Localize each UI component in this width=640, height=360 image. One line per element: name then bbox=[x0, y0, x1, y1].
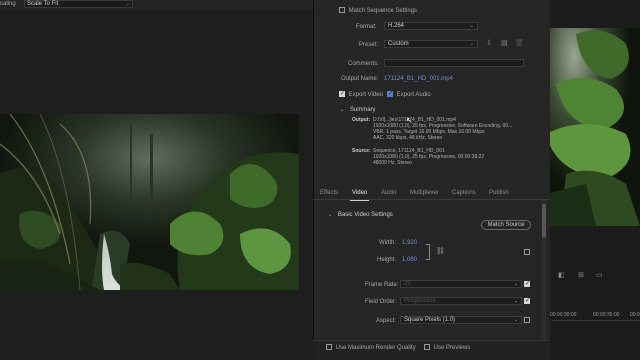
aspect-override-checkbox[interactable] bbox=[524, 317, 530, 323]
max-render-quality-row[interactable]: Use Maximum Render Quality bbox=[326, 344, 416, 351]
chain-link-icon[interactable]: ⛓ bbox=[436, 247, 445, 255]
width-value[interactable]: 1,920 bbox=[402, 240, 417, 246]
preset-value: Custom bbox=[388, 41, 409, 47]
basic-video-settings-title: Basic Video Settings bbox=[337, 212, 393, 218]
max-render-quality-label: Use Maximum Render Quality bbox=[335, 344, 416, 351]
summary-title: Summary bbox=[349, 107, 376, 113]
chevron-down-icon: ⌄ bbox=[469, 41, 474, 47]
frame-rate-dropdown[interactable]: 25 ⌄ bbox=[400, 280, 522, 288]
field-order-value: Progressive bbox=[404, 298, 436, 304]
chevron-down-icon: ⌄ bbox=[340, 107, 345, 113]
summary-source-details: Sequence, 171124_B1_HD_001 1920x1080 (1.… bbox=[373, 148, 484, 166]
export-video-row[interactable]: Export Video bbox=[339, 90, 383, 98]
use-previews-row[interactable]: Use Previews bbox=[424, 344, 470, 351]
export-frame-icon[interactable]: ▭ bbox=[596, 271, 603, 279]
save-preset-icon[interactable]: ⇩ bbox=[486, 39, 492, 47]
summary-output-details: D:\Vi[...]ies\171124_B1_HD_001.mp4 1920x… bbox=[373, 117, 512, 141]
timeline-controls: ◧ ⊞ ▭ 00:00:30:00 00:00:35:00 00:0 bbox=[550, 268, 640, 360]
summary-source-label: Source: bbox=[352, 148, 371, 154]
frame-rate-override-checkbox[interactable] bbox=[524, 280, 530, 287]
tab-effects[interactable]: Effects bbox=[320, 190, 338, 196]
match-sequence-label: Match Sequence Settings bbox=[348, 7, 418, 14]
tab-captions[interactable]: Captions bbox=[452, 190, 476, 196]
jungle-closeup-image bbox=[546, 14, 640, 226]
settings-tabs: Effects Video Audio Multiplexer Captions… bbox=[313, 186, 550, 201]
mouse-cursor-icon: ↖ bbox=[406, 116, 413, 125]
chevron-down-icon: ⌄ bbox=[469, 23, 474, 29]
summary-output-label: Output: bbox=[352, 117, 371, 123]
chevron-down-icon: ⌄ bbox=[513, 298, 518, 304]
match-sequence-row[interactable]: Match Sequence Settings bbox=[339, 7, 417, 14]
output-name-link[interactable]: 171124_B1_HD_001.mp4 bbox=[384, 76, 453, 82]
frame-rate-label: Frame Rate: bbox=[365, 282, 399, 288]
summary-output-line: AAC, 320 kbps, 48 kHz, Stereo bbox=[373, 135, 443, 141]
tab-audio[interactable]: Audio bbox=[381, 190, 396, 196]
chevron-down-icon: ⌄ bbox=[328, 212, 333, 218]
source-panel: caling Scale To Fit ⌄ bbox=[0, 0, 314, 360]
width-label: Width: bbox=[379, 240, 397, 246]
import-preset-icon[interactable]: ▤ bbox=[501, 39, 508, 47]
source-video-preview[interactable] bbox=[0, 114, 299, 290]
timecode-marker: 00:00:30:00 bbox=[550, 312, 577, 318]
lift-icon[interactable]: ⊞ bbox=[578, 271, 584, 279]
match-source-button[interactable]: Match Source bbox=[481, 220, 531, 230]
comments-input[interactable] bbox=[384, 59, 524, 67]
chevron-down-icon: ⌄ bbox=[513, 317, 518, 323]
format-label: Format: bbox=[356, 24, 377, 30]
chevron-down-icon: ⌄ bbox=[125, 1, 130, 7]
field-order-override-checkbox[interactable] bbox=[524, 297, 530, 304]
field-order-label: Field Order: bbox=[365, 299, 397, 305]
timecode-marker: 00:00:35:00 bbox=[593, 312, 620, 318]
timecode-marker: 00:0 bbox=[630, 312, 640, 318]
timeline-ruler bbox=[552, 320, 640, 321]
export-audio-checkbox[interactable] bbox=[387, 90, 393, 97]
output-name-label: Output Name: bbox=[341, 76, 379, 82]
comments-label: Comments: bbox=[348, 61, 379, 67]
scaling-dropdown[interactable]: Scale To Fit ⌄ bbox=[24, 0, 133, 8]
export-audio-label: Export Audio bbox=[396, 91, 431, 98]
field-order-dropdown[interactable]: Progressive ⌄ bbox=[400, 297, 522, 305]
aspect-dropdown[interactable]: Square Pixels (1.0) ⌄ bbox=[400, 316, 522, 324]
preset-label: Preset: bbox=[359, 42, 379, 48]
match-sequence-checkbox[interactable] bbox=[339, 7, 345, 13]
width-override-checkbox[interactable] bbox=[524, 249, 530, 255]
delete-preset-icon[interactable]: 🗑 bbox=[515, 39, 524, 47]
scaling-label: caling bbox=[0, 1, 16, 7]
aspect-value: Square Pixels (1.0) bbox=[404, 317, 456, 323]
aspect-link-bracket bbox=[426, 244, 430, 260]
scaling-value: Scale To Fit bbox=[27, 1, 59, 7]
export-video-checkbox[interactable] bbox=[339, 90, 345, 97]
preset-dropdown[interactable]: Custom ⌄ bbox=[384, 40, 478, 48]
height-value[interactable]: 1,080 bbox=[402, 257, 417, 263]
aspect-label: Aspect: bbox=[376, 318, 397, 324]
render-options-bar: Use Maximum Render Quality Use Previews bbox=[313, 340, 550, 360]
scaling-bar: caling Scale To Fit ⌄ bbox=[0, 0, 314, 10]
basic-video-settings-header[interactable]: ⌄ Basic Video Settings bbox=[328, 212, 393, 218]
summary-source-line: 48000 Hz, Stereo bbox=[373, 160, 412, 166]
export-settings-dialog: Match Sequence Settings Format: H.264 ⌄ … bbox=[313, 0, 550, 360]
height-label: Height: bbox=[377, 257, 397, 263]
tab-multiplexer[interactable]: Multiplexer bbox=[410, 190, 439, 196]
settings-scrollbar-thumb[interactable] bbox=[542, 204, 546, 238]
use-previews-label: Use Previews bbox=[433, 344, 471, 351]
export-audio-row[interactable]: Export Audio bbox=[387, 90, 431, 98]
tab-publish[interactable]: Publish bbox=[489, 190, 509, 196]
format-value: H.264 bbox=[388, 23, 405, 29]
tab-video[interactable]: Video bbox=[349, 190, 370, 201]
summary-header[interactable]: ⌄ Summary bbox=[340, 107, 376, 113]
use-previews-checkbox[interactable] bbox=[424, 344, 430, 350]
export-video-label: Export Video bbox=[348, 91, 383, 98]
max-render-quality-checkbox[interactable] bbox=[326, 344, 332, 350]
program-video-preview[interactable] bbox=[546, 14, 640, 226]
frame-rate-value: 25 bbox=[404, 281, 411, 287]
format-dropdown[interactable]: H.264 ⌄ bbox=[384, 22, 478, 30]
jungle-waterfall-image bbox=[0, 114, 299, 290]
step-back-icon[interactable]: ◧ bbox=[558, 271, 565, 279]
chevron-down-icon: ⌄ bbox=[513, 281, 518, 287]
